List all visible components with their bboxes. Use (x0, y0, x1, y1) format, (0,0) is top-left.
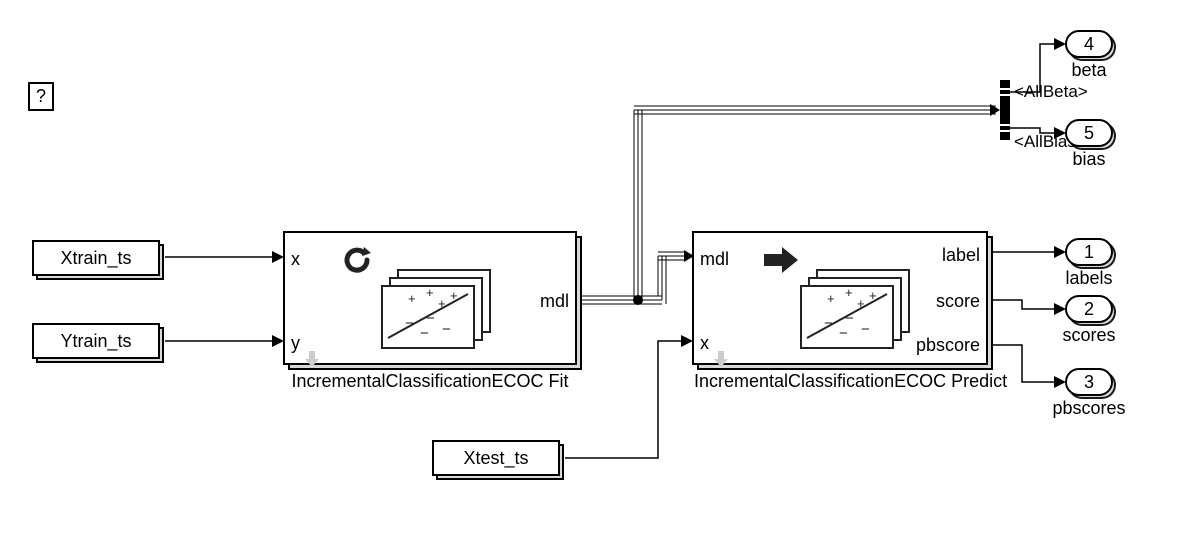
outport-caption: beta (1071, 60, 1106, 81)
outport-bias[interactable]: 5 bias (1065, 119, 1113, 147)
svg-text:−: − (420, 325, 429, 342)
predict-block[interactable]: mdl x label score pbscore IncrementalCla… (692, 231, 988, 365)
predict-caption: IncrementalClassificationECOC Predict (694, 371, 986, 392)
svg-text:−: − (405, 315, 414, 332)
svg-text:+: + (827, 291, 835, 306)
svg-text:+: + (426, 285, 434, 300)
fit-port-mdl: mdl (540, 291, 569, 312)
bus-signal-allbeta: <AllBeta> (1014, 82, 1088, 102)
fit-block[interactable]: x y mdl IncrementalClassificationECOC Fi… (283, 231, 577, 365)
block-label: Xtest_ts (463, 448, 528, 469)
model-help-annotation[interactable]: ? (28, 82, 54, 111)
outport-scores[interactable]: 2 scores (1065, 295, 1113, 323)
svg-text:+: + (408, 291, 416, 306)
outport-pbscores[interactable]: 3 pbscores (1065, 368, 1113, 396)
svg-text:−: − (824, 315, 833, 332)
from-workspace-xtest[interactable]: Xtest_ts (432, 440, 560, 476)
fit-caption: IncrementalClassificationECOC Fit (285, 371, 575, 392)
predict-port-x: x (700, 333, 709, 354)
predict-port-label: label (942, 245, 980, 266)
outport-caption: scores (1062, 325, 1115, 346)
from-workspace-xtrain[interactable]: Xtrain_ts (32, 240, 160, 276)
predict-port-score: score (936, 291, 980, 312)
arrow-right-icon (764, 247, 798, 273)
classifier-icon: + + + + − − − − (799, 268, 919, 350)
outport-number: 4 (1084, 34, 1094, 55)
svg-text:+: + (450, 288, 458, 303)
svg-text:−: − (861, 321, 870, 338)
outport-number: 3 (1084, 372, 1094, 393)
svg-text:+: + (438, 296, 446, 311)
block-label: Ytrain_ts (60, 331, 131, 352)
from-workspace-ytrain[interactable]: Ytrain_ts (32, 323, 160, 359)
svg-text:+: + (869, 288, 877, 303)
fit-port-x: x (291, 249, 300, 270)
outport-number: 1 (1084, 242, 1094, 263)
outport-caption: labels (1065, 268, 1112, 289)
fit-port-y: y (291, 333, 300, 354)
svg-text:+: + (845, 285, 853, 300)
outport-caption: pbscores (1052, 398, 1125, 419)
annotation-text: ? (36, 86, 46, 106)
block-label: Xtrain_ts (60, 248, 131, 269)
svg-text:−: − (442, 321, 451, 338)
outport-beta[interactable]: 4 beta (1065, 30, 1113, 58)
bus-selector[interactable] (1000, 80, 1010, 140)
predict-port-pbscore: pbscore (916, 335, 980, 356)
outport-caption: bias (1072, 149, 1105, 170)
down-arrow-icon (305, 351, 319, 367)
svg-text:+: + (857, 296, 865, 311)
classifier-icon: + + + + − − − − (380, 268, 500, 350)
outport-labels[interactable]: 1 labels (1065, 238, 1113, 266)
down-arrow-icon (714, 351, 728, 367)
refresh-icon (341, 245, 373, 275)
outport-number: 2 (1084, 299, 1094, 320)
svg-text:−: − (839, 325, 848, 342)
simulink-canvas[interactable]: ? Xtrain_ts Ytrain_ts Xtest_ts x y mdl I… (0, 0, 1185, 540)
predict-port-mdl: mdl (700, 249, 729, 270)
outport-number: 5 (1084, 123, 1094, 144)
